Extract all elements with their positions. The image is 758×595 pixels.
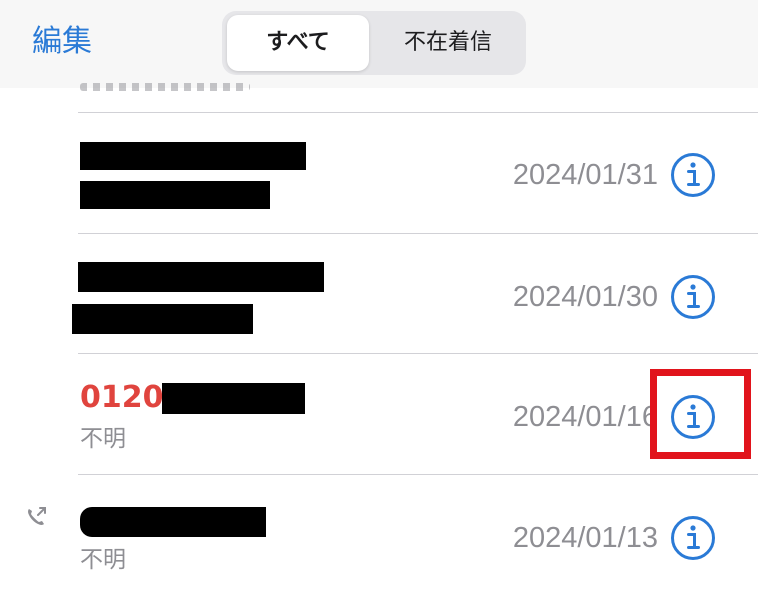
call-row[interactable]: 2024/01/30 [0,234,758,354]
caller-number: 0120 [80,380,164,415]
redacted-name [78,262,324,292]
call-date: 2024/01/30 [512,281,658,313]
call-date: 2024/01/16 [512,401,658,433]
call-date: 2024/01/31 [512,159,658,191]
call-row-missed[interactable]: 0120 不明 2024/01/16 [0,354,758,474]
info-icon[interactable] [670,152,716,198]
caller-label: 不明 [80,547,126,573]
call-date: 2024/01/13 [512,522,658,554]
redacted-number [80,507,266,537]
highlight-box [650,369,751,459]
redacted-number [162,383,305,414]
edit-button[interactable]: 編集 [32,22,92,62]
caller-label: 不明 [80,426,126,452]
scrolled-row-text-remnant [80,83,250,91]
call-row-outgoing[interactable]: 不明 2024/01/13 [0,475,758,595]
info-icon[interactable] [670,515,716,561]
outgoing-call-icon [24,505,48,529]
redacted-subtitle [80,181,270,209]
nav-bar: 編集 すべて 不在着信 [0,0,758,88]
segment-missed[interactable]: 不在着信 [374,15,522,71]
redacted-name [80,142,306,170]
call-row[interactable]: 2024/01/31 [0,113,758,233]
call-filter-segmented-control: すべて 不在着信 [222,11,526,75]
segment-all[interactable]: すべて [227,15,369,71]
info-icon[interactable] [670,274,716,320]
redacted-subtitle [72,304,253,334]
